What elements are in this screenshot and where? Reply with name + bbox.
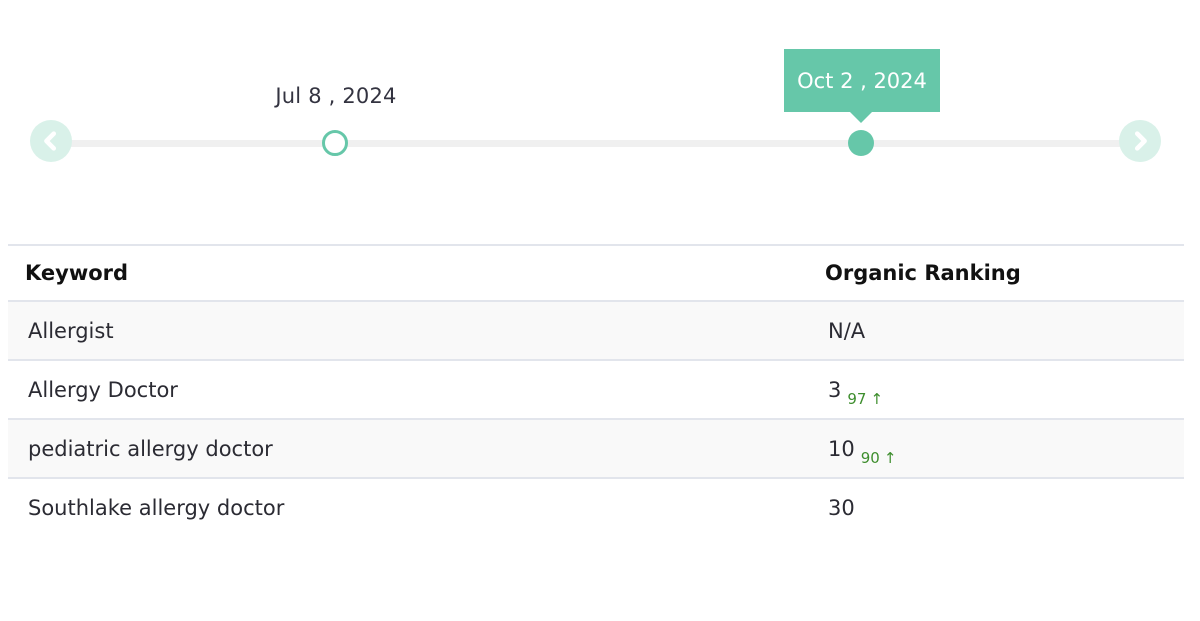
table-row: Allergist N/A [8,301,1184,361]
ranking-value: 30 [828,495,855,520]
table-row: pediatric allergy doctor 10 90 ↑ [8,419,1184,479]
arrow-up-icon: ↑ [883,448,897,467]
keyword-cell: Southlake allergy doctor [28,495,285,520]
ranking-cell: N/A [825,301,1184,361]
table-row: Allergy Doctor 3 97 ↑ [8,360,1184,420]
ranking-change: 90 ↑ [861,449,897,467]
arrow-up-icon: ↑ [870,389,884,408]
ranking-value: 3 [828,377,842,402]
ranking-cell: 10 90 ↑ [825,419,1184,479]
ranking-value: 10 [828,436,855,461]
date-timeline: Jul 8 , 2024 Oct 2 , 2024 [0,0,1200,200]
ranking-cell: 30 [825,478,1184,536]
timeline-next-button[interactable] [1119,120,1161,162]
chevron-right-icon [1134,131,1147,151]
selected-date-label: Oct 2 , 2024 [797,68,927,93]
column-header-organic-ranking[interactable]: Organic Ranking [825,244,1184,302]
chevron-left-icon [44,131,57,151]
table-header-row: Keyword Organic Ranking [8,244,1184,302]
keyword-cell: Allergy Doctor [8,360,825,420]
timeline-prev-button[interactable] [30,120,72,162]
timeline-track [50,140,1140,147]
ranking-value: N/A [828,318,866,343]
keyword-ranking-table: Keyword Organic Ranking Allergist N/A Al… [8,244,1184,536]
ranking-change-value: 97 [847,389,867,408]
timeline-point-jul-8[interactable] [322,130,348,156]
ranking-change: 97 ↑ [847,390,883,408]
table-row: Southlake allergy doctor 30 [8,478,1184,536]
timeline-point-oct-2[interactable] [848,130,874,156]
column-header-keyword[interactable]: Keyword [8,244,825,302]
ranking-change-value: 90 [860,448,880,467]
keyword-cell: Allergist [8,301,825,361]
timeline-point-label: Jul 8 , 2024 [275,84,397,108]
selected-date-tooltip: Oct 2 , 2024 [784,49,940,123]
ranking-cell: 3 97 ↑ [825,360,1184,420]
keyword-cell: pediatric allergy doctor [8,419,825,479]
